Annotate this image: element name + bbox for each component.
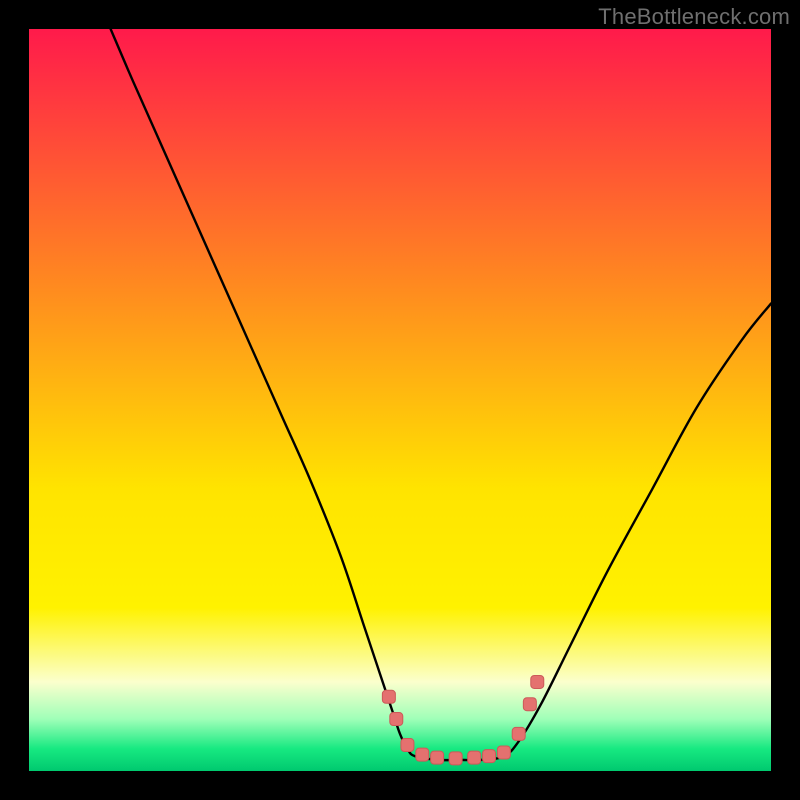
data-marker [390,713,403,726]
data-marker [468,751,481,764]
data-marker [512,727,525,740]
watermark-text: TheBottleneck.com [598,4,790,30]
data-marker [497,746,510,759]
data-marker [401,739,414,752]
data-marker [431,751,444,764]
gradient-background [29,29,771,771]
data-marker [416,748,429,761]
data-marker [483,750,496,763]
data-marker [382,690,395,703]
outer-frame: TheBottleneck.com [0,0,800,800]
data-marker [523,698,536,711]
data-marker [449,752,462,765]
chart-svg [29,29,771,771]
data-marker [531,675,544,688]
plot-area [29,29,771,771]
